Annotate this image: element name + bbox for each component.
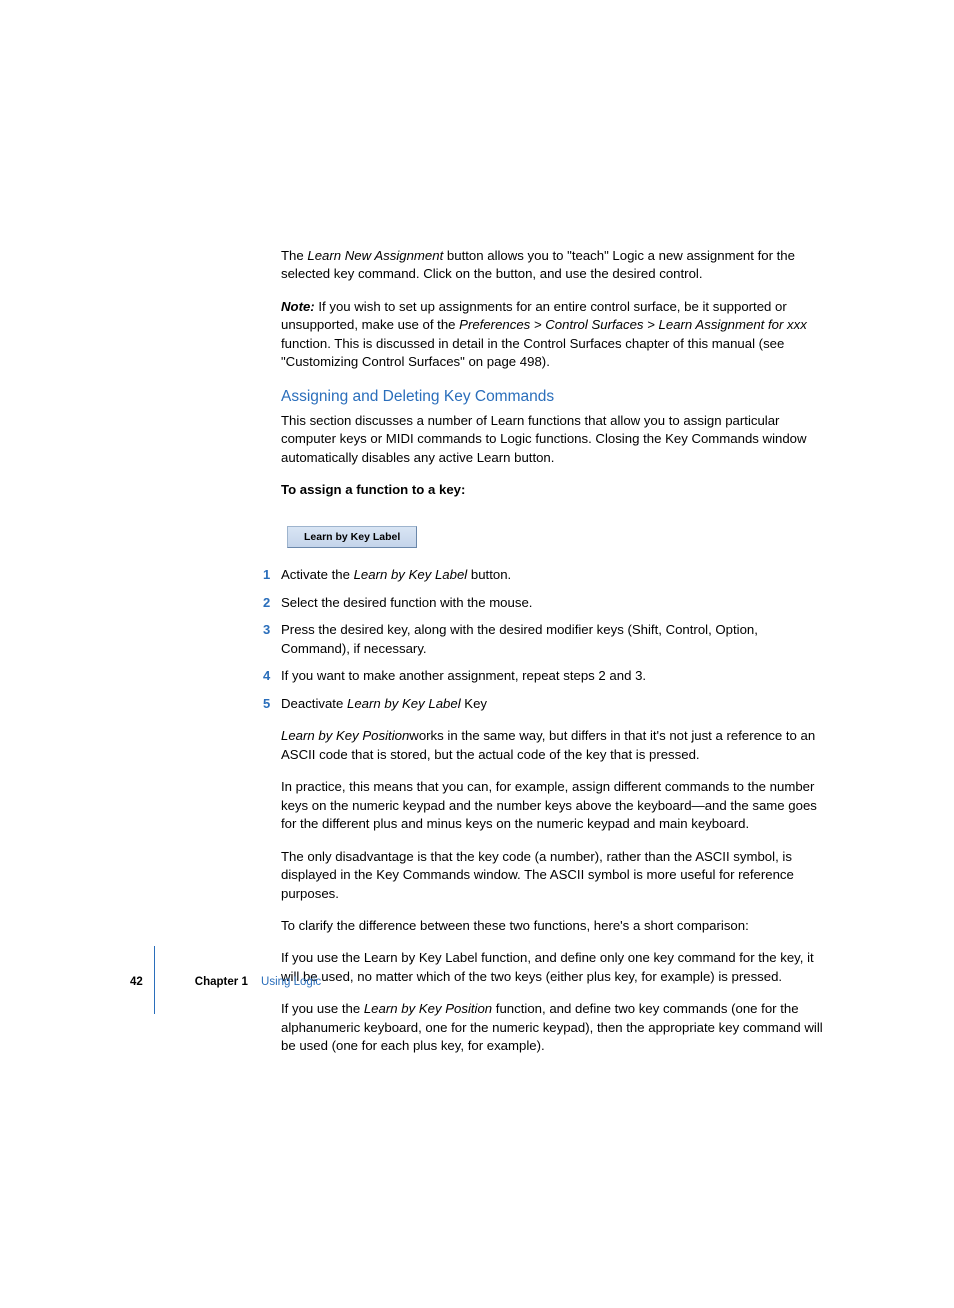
chapter-title: Using Logic	[261, 976, 321, 988]
post-p6: If you use the Learn by Key Position fun…	[281, 1000, 824, 1055]
page-number: 42	[130, 974, 143, 990]
learn-new-assignment-term: Learn New Assignment	[307, 248, 443, 263]
learn-by-key-label-button[interactable]: Learn by Key Label	[287, 526, 417, 549]
step-1: Activate the Learn by Key Label button.	[281, 566, 824, 584]
prefs-path: Preferences > Control Surfaces > Learn A…	[459, 317, 807, 332]
page-footer: 42 Chapter 1 Using Logic	[130, 974, 321, 990]
step-3: Press the desired key, along with the de…	[281, 621, 824, 658]
footer-divider	[154, 946, 155, 1014]
section-intro: This section discusses a number of Learn…	[281, 412, 824, 467]
steps-list: Activate the Learn by Key Label button. …	[281, 566, 824, 713]
learn-by-key-position-term: Learn by Key Position	[281, 728, 409, 743]
step-2: Select the desired function with the mou…	[281, 594, 824, 612]
note-label: Note:	[281, 299, 315, 314]
intro-note: Note: If you wish to set up assignments …	[281, 298, 824, 372]
post-p1: Learn by Key Positionworks in the same w…	[281, 727, 824, 764]
section-heading: Assigning and Deleting Key Commands	[281, 386, 824, 408]
post-p2: In practice, this means that you can, fo…	[281, 778, 824, 833]
chapter-label: Chapter 1	[195, 976, 248, 988]
step-5: Deactivate Learn by Key Label Key	[281, 695, 824, 713]
post-p4: To clarify the difference between these …	[281, 917, 824, 935]
step-4: If you want to make another assignment, …	[281, 667, 824, 685]
post-p5: If you use the Learn by Key Label functi…	[281, 949, 824, 986]
intro-paragraph-1: The Learn New Assignment button allows y…	[281, 247, 824, 284]
assign-subhead: To assign a function to a key:	[281, 481, 824, 499]
post-p3: The only disadvantage is that the key co…	[281, 848, 824, 903]
